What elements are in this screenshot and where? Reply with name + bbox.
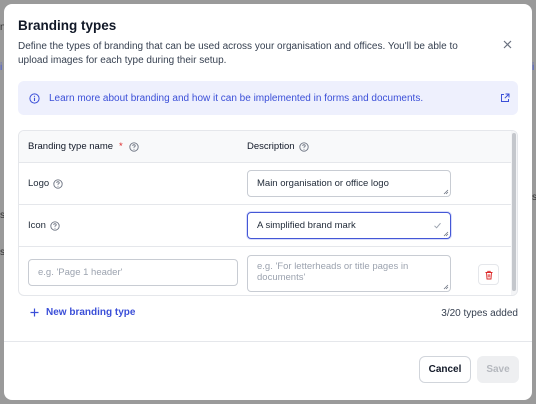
table-row: Icon A simplified brand mark bbox=[19, 205, 517, 247]
row-name-icon: Icon bbox=[28, 220, 60, 231]
required-marker: * bbox=[119, 141, 123, 152]
help-icon[interactable] bbox=[53, 178, 63, 189]
scrollbar-thumb[interactable] bbox=[512, 133, 516, 291]
delete-row-button[interactable] bbox=[478, 264, 499, 285]
dialog-description: Define the types of branding that can be… bbox=[18, 41, 458, 66]
help-icon[interactable] bbox=[50, 220, 60, 231]
external-link-icon[interactable] bbox=[500, 93, 510, 103]
description-field-icon[interactable]: A simplified brand mark bbox=[247, 212, 451, 239]
table-row: Logo Main organisation or office logo bbox=[19, 163, 517, 205]
branding-name-input[interactable]: e.g. 'Page 1 header' bbox=[28, 259, 238, 286]
footer-divider bbox=[4, 341, 532, 342]
help-icon[interactable] bbox=[129, 141, 139, 152]
branding-types-dialog: Branding types Define the types of brand… bbox=[4, 4, 532, 400]
row-name-logo: Logo bbox=[28, 178, 63, 189]
trash-icon bbox=[485, 270, 492, 279]
save-button[interactable]: Save bbox=[477, 356, 519, 383]
close-button[interactable] bbox=[500, 37, 514, 51]
close-icon bbox=[503, 40, 511, 48]
resize-handle-icon[interactable] bbox=[443, 284, 449, 290]
resize-handle-icon[interactable] bbox=[443, 231, 449, 237]
info-icon bbox=[29, 92, 40, 104]
learn-more-link[interactable]: Learn more about branding and how it can… bbox=[49, 93, 423, 104]
help-icon[interactable] bbox=[298, 141, 309, 152]
new-branding-type-button[interactable]: New branding type bbox=[30, 307, 135, 318]
plus-icon bbox=[30, 308, 39, 317]
column-header-name: Branding type name * bbox=[28, 141, 139, 152]
table-row-new: e.g. 'Page 1 header' e.g. 'For letterhea… bbox=[19, 247, 517, 295]
table-header: Branding type name * Description bbox=[19, 131, 517, 163]
branding-description-input[interactable]: e.g. 'For letterheads or title pages in … bbox=[247, 255, 451, 292]
description-field-logo[interactable]: Main organisation or office logo bbox=[247, 170, 451, 197]
resize-handle-icon[interactable] bbox=[443, 189, 449, 195]
column-header-description: Description bbox=[247, 141, 309, 152]
cancel-button[interactable]: Cancel bbox=[419, 356, 471, 383]
branding-types-table: Branding type name * Description Logo Ma… bbox=[18, 130, 518, 296]
types-count: 3/20 types added bbox=[441, 308, 518, 319]
info-banner: Learn more about branding and how it can… bbox=[18, 81, 518, 115]
dialog-title: Branding types bbox=[18, 18, 117, 33]
check-icon bbox=[433, 221, 442, 230]
table-scrollbar[interactable] bbox=[511, 131, 517, 295]
